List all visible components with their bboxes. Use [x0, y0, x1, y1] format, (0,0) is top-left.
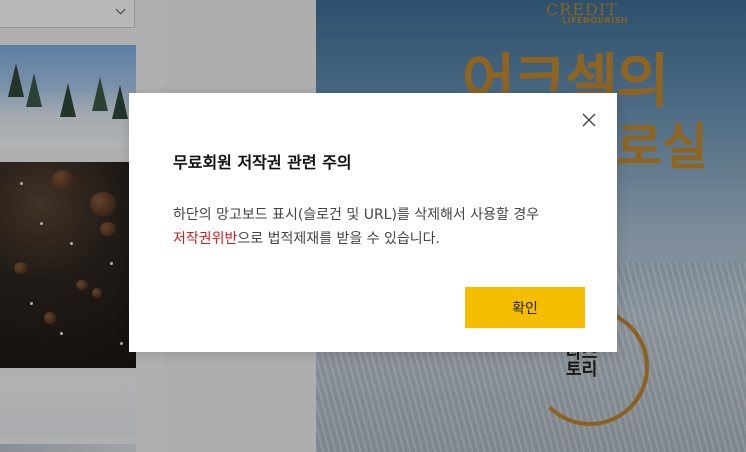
dialog-title: 무료회원 저작권 관련 주의 [173, 153, 352, 172]
dialog-message-line2: 으로 법적제재를 받을 수 있습니다. [237, 231, 440, 247]
close-icon[interactable] [581, 112, 597, 128]
copyright-notice-dialog: 무료회원 저작권 관련 주의 하단의 망고보드 표시(슬로건 및 URL)를 삭… [129, 93, 617, 352]
dialog-message: 하단의 망고보드 표시(슬로건 및 URL)를 삭제해서 사용할 경우 저작권위… [173, 203, 583, 251]
dialog-message-line1: 하단의 망고보드 표시(슬로건 및 URL)를 삭제해서 사용할 경우 [173, 207, 540, 223]
copyright-violation-highlight: 저작권위반 [173, 231, 238, 247]
confirm-button[interactable]: 확인 [465, 287, 585, 328]
